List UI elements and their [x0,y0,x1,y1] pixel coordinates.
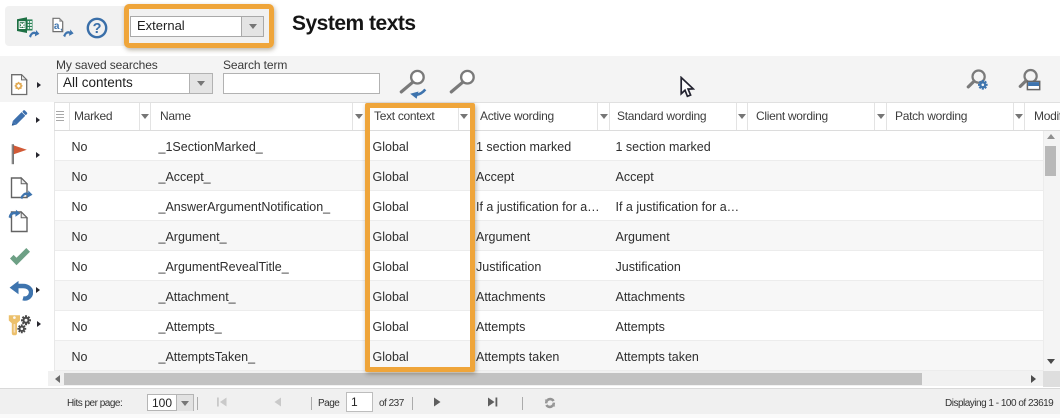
svg-text:,: , [60,23,62,32]
svg-text:a: a [54,21,60,32]
svg-text:?: ? [93,21,102,37]
